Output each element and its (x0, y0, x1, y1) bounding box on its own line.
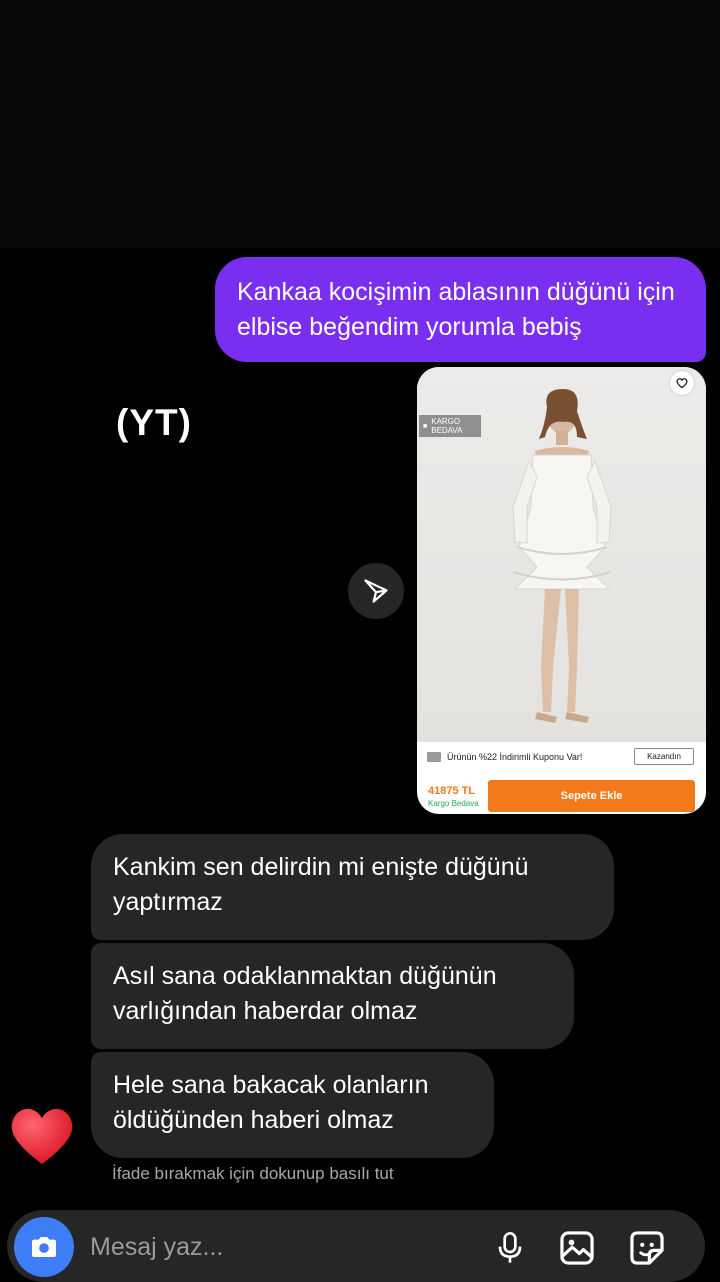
outgoing-message[interactable]: Kankaa kocişimin ablasının düğünü için e… (215, 257, 706, 362)
message-input[interactable] (90, 1228, 470, 1266)
favorite-button[interactable] (670, 371, 694, 395)
coupon-text: Ürünün %22 İndirimli Kuponu Var! (447, 752, 583, 762)
heart-outline-icon (676, 378, 688, 389)
message-composer (7, 1210, 705, 1282)
incoming-message[interactable]: Hele sana bakacak olanların öldüğünden h… (91, 1052, 494, 1158)
coupon-button[interactable]: Kazandın (634, 748, 694, 765)
gallery-button[interactable] (556, 1227, 598, 1269)
free-shipping-label: Kargo Bedava (428, 799, 479, 808)
price-row: 41875 TL Kargo Bedava Sepete Ekle (417, 772, 706, 814)
image-icon (560, 1231, 594, 1265)
paper-plane-icon (364, 579, 388, 603)
incoming-message-text: Asıl sana odaklanmaktan düğünün varlığın… (113, 962, 497, 1025)
share-button[interactable] (348, 563, 404, 619)
incoming-message[interactable]: Kankim sen delirdin mi enişte düğünü yap… (91, 834, 614, 940)
cargo-tag-text: KARGO BEDAVA (431, 417, 463, 435)
reaction-hint: İfade bırakmak için dokunup basılı tut (112, 1164, 394, 1183)
mic-button[interactable] (489, 1227, 531, 1269)
box-icon: ■ (423, 422, 428, 430)
cargo-tag: ■ KARGO BEDAVA (419, 415, 481, 437)
sticker-icon (630, 1231, 664, 1265)
microphone-icon (498, 1232, 522, 1263)
coupon-row: Ürünün %22 İndirimli Kuponu Var! Kazandı… (417, 742, 706, 772)
incoming-message[interactable]: Asıl sana odaklanmaktan düğünün varlığın… (91, 943, 574, 1049)
sticker-button[interactable] (626, 1227, 668, 1269)
top-empty-area (0, 0, 720, 248)
red-heart-icon[interactable] (4, 1096, 80, 1172)
camera-button[interactable] (14, 1217, 74, 1277)
incoming-message-text: Hele sana bakacak olanların öldüğünden h… (113, 1071, 429, 1134)
incoming-message-text: Kankim sen delirdin mi enişte düğünü yap… (113, 853, 529, 916)
add-to-cart-button[interactable]: Sepete Ekle (488, 780, 695, 812)
overlay-label: (YT) (116, 402, 192, 443)
product-price: 41875 TL (428, 785, 476, 797)
coupon-icon (427, 752, 441, 762)
outgoing-message-text: Kankaa kocişimin ablasının düğünü için e… (237, 278, 675, 341)
product-photo: ■ KARGO BEDAVA (417, 367, 706, 742)
product-card[interactable]: ■ KARGO BEDAVA Ürünün %22 İndirimli Kupo… (417, 367, 706, 814)
camera-icon (32, 1237, 56, 1257)
